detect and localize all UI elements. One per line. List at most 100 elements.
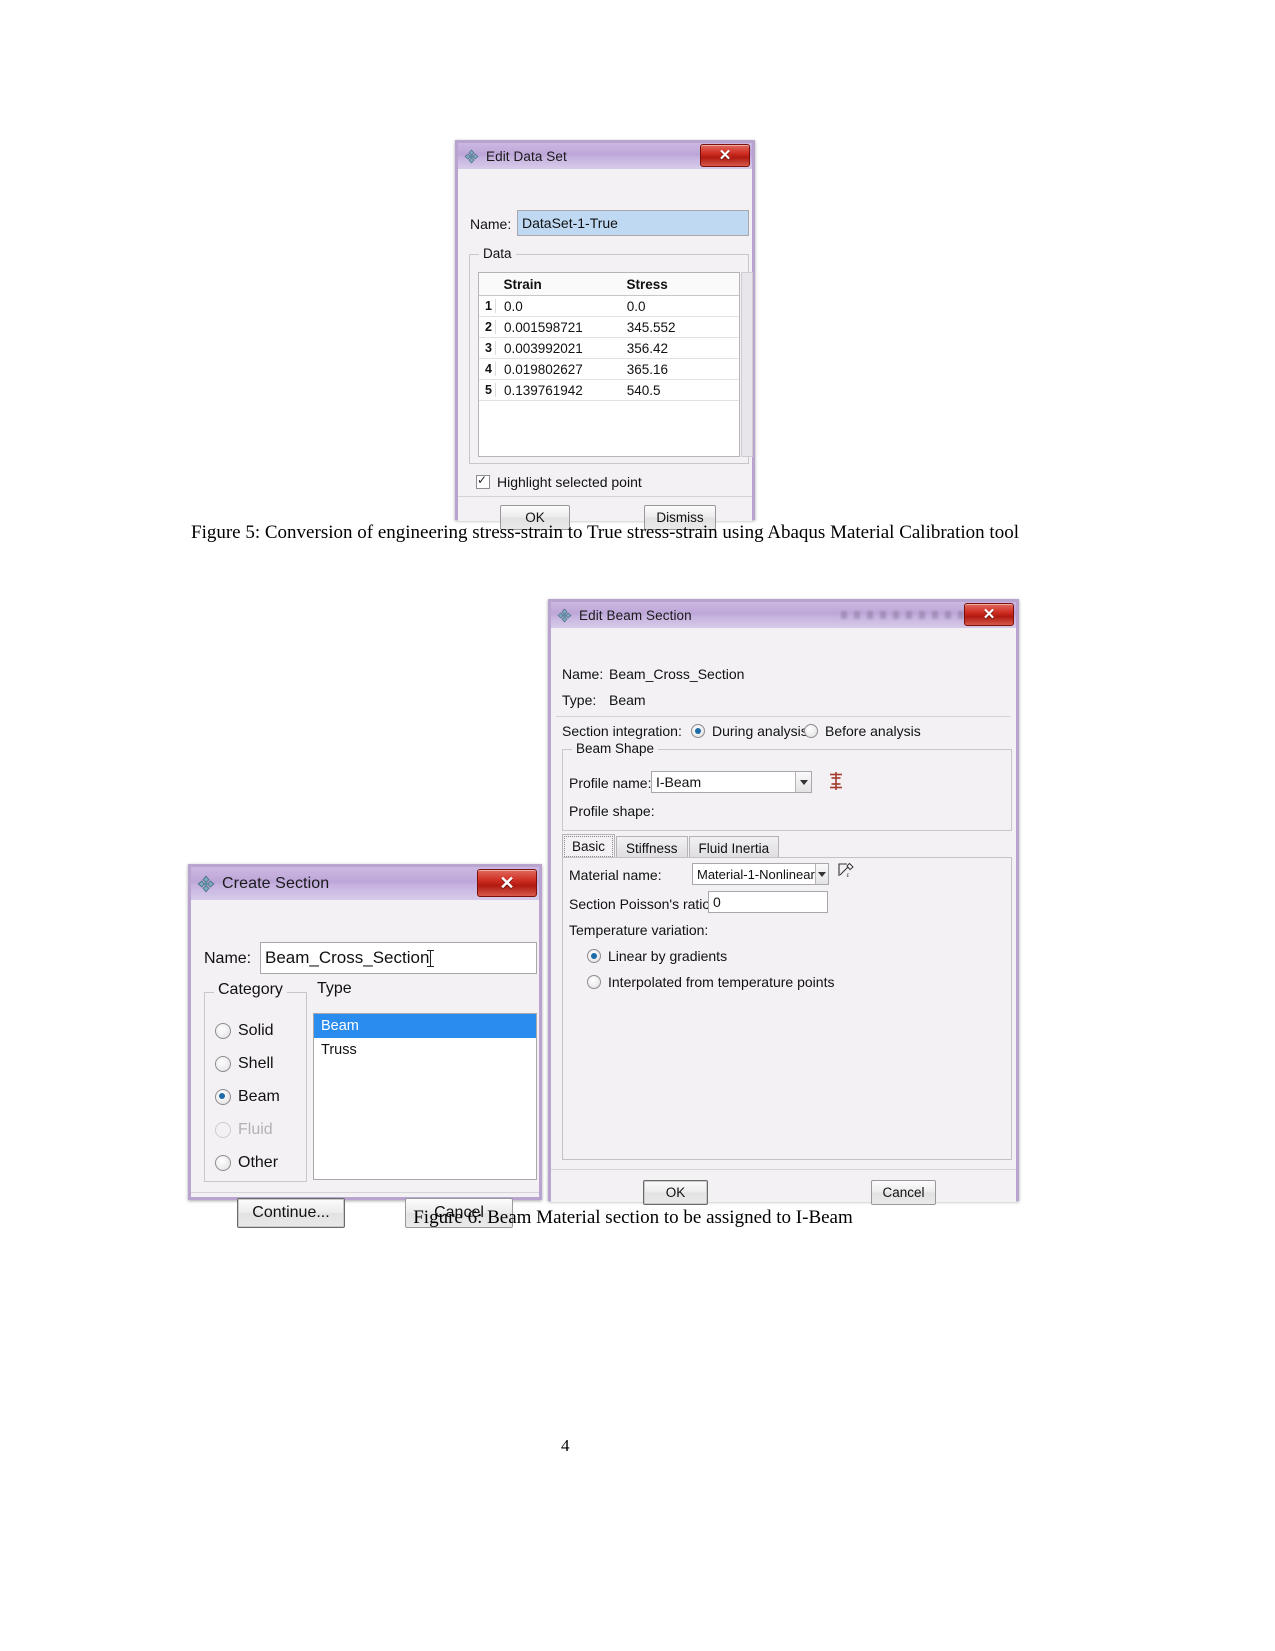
beam-section-name-value: Beam_Cross_Section [609,666,745,682]
row-index: 3 [479,341,496,355]
cell-stress[interactable]: 356.42 [619,341,739,356]
i-beam-profile-icon[interactable] [825,770,847,792]
close-icon[interactable]: ✕ [477,869,537,897]
create-section-name-input[interactable]: Beam_Cross_Section [260,942,537,974]
radio-linear-by-gradients-label: Linear by gradients [608,948,728,964]
edit-beam-section-titlebar[interactable]: Edit Beam Section ✕ [551,602,1016,628]
edit-data-set-dialog: Edit Data Set ✕ Name: DataSet-1-True Dat… [455,140,755,530]
edit-data-set-title: Edit Data Set [486,148,567,164]
data-set-name-label: Name: [470,216,512,232]
tab-stiffness[interactable]: Stiffness [616,836,688,859]
data-set-name-input[interactable]: DataSet-1-True [517,210,749,236]
create-section-dialog: Create Section ✕ Name: Beam_Cross_Sectio… [188,864,542,1228]
cell-strain[interactable]: 0.019802627 [496,362,619,377]
cell-stress[interactable]: 345.552 [619,320,739,335]
radio-category-other[interactable]: Other [215,1154,278,1172]
radio-before-analysis-label: Before analysis [825,723,921,739]
header-divider [556,716,1011,717]
cell-strain[interactable]: 0.139761942 [496,383,619,398]
abaqus-diamond-icon [197,875,215,893]
radio-during-analysis[interactable]: During analysis [691,723,808,739]
cell-strain[interactable]: 0.0 [496,299,619,314]
radio-category-beam[interactable]: Beam [215,1088,280,1106]
cell-stress[interactable]: 540.5 [619,383,739,398]
radio-icon [215,1023,231,1039]
table-row[interactable]: 4 0.019802627 365.16 [479,359,739,380]
type-listbox[interactable]: Beam Truss [313,1013,537,1180]
radio-interpolated-from-temperature-points[interactable]: Interpolated from temperature points [587,974,834,990]
close-glyph: ✕ [982,606,996,623]
radio-before-analysis[interactable]: Before analysis [804,723,921,739]
cancel-button[interactable]: Cancel [871,1180,936,1205]
ok-button-label: OK [665,1185,686,1200]
data-table-header: Strain Stress [479,273,739,296]
table-row[interactable]: 2 0.001598721 345.552 [479,317,739,338]
ok-button[interactable]: OK [643,1180,708,1205]
create-section-titlebar[interactable]: Create Section ✕ [191,867,539,900]
section-integration-label: Section integration: [562,723,682,739]
radio-during-analysis-label: During analysis [712,723,808,739]
data-table[interactable]: Strain Stress 1 0.0 0.0 2 0.001598721 34… [478,272,740,457]
edit-beam-section-title: Edit Beam Section [579,607,692,623]
profile-name-combo[interactable]: I-Beam [651,771,812,793]
text-caret [427,949,435,967]
close-icon[interactable]: ✕ [964,603,1014,626]
beam-section-name-label: Name: [562,666,604,682]
tab-fluid-inertia[interactable]: Fluid Inertia [688,836,780,859]
radio-category-fluid-label: Fluid [238,1121,273,1138]
close-icon[interactable]: ✕ [700,144,750,167]
chevron-down-icon[interactable] [814,864,828,884]
create-section-name-label: Name: [204,950,252,967]
row-index: 2 [479,320,496,334]
type-group-title: Type [313,980,356,998]
table-row[interactable]: 3 0.003992021 356.42 [479,338,739,359]
profile-name-label: Profile name: [569,775,652,791]
radio-interpolated-label: Interpolated from temperature points [608,974,835,990]
data-group-title: Data [479,246,516,261]
table-row[interactable]: 5 0.139761942 540.5 [479,380,739,401]
close-glyph: ✕ [499,873,515,893]
figure-5-caption-line2: Calibration tool [899,522,1019,543]
radio-icon [215,1122,231,1138]
radio-category-shell[interactable]: Shell [215,1055,274,1073]
edit-data-set-body: Name: DataSet-1-True Data Strain Stress … [458,169,753,530]
chevron-down-icon[interactable] [795,772,811,792]
radio-linear-by-gradients[interactable]: Linear by gradients [587,948,727,964]
beam-section-tabstrip[interactable]: Basic Stiffness Fluid Inertia [562,834,780,859]
cell-strain[interactable]: 0.001598721 [496,320,619,335]
radio-category-solid[interactable]: Solid [215,1022,274,1040]
material-name-value: Material-1-Nonlinear [697,866,815,882]
edit-data-set-titlebar[interactable]: Edit Data Set ✕ [458,143,752,169]
data-table-scrollbar[interactable] [741,272,753,457]
row-index: 4 [479,362,496,376]
temperature-variation-label: Temperature variation: [569,922,709,938]
cell-stress[interactable]: 0.0 [619,299,739,314]
tab-stiffness-label: Stiffness [626,840,678,856]
highlight-selected-point-label: Highlight selected point [497,474,642,490]
cell-stress[interactable]: 365.16 [619,362,739,377]
cancel-button-label: Cancel [882,1185,925,1200]
figure-6-caption: Figure 6: Beam Material section to be as… [188,1205,1078,1231]
profile-shape-label: Profile shape: [569,803,655,819]
beam-shape-group-title: Beam Shape [572,741,659,756]
poisson-ratio-input[interactable]: 0 [708,891,828,913]
edit-material-icon[interactable]: ε [837,861,855,879]
poisson-ratio-value: 0 [713,894,721,910]
radio-icon [215,1056,231,1072]
figure-6-caption-text: Figure 6: Beam Material section to be as… [413,1207,853,1228]
cell-strain[interactable]: 0.003992021 [496,341,619,356]
edit-beam-section-dialog: Edit Beam Section ✕ Name: Beam_Cross_Sec… [548,599,1019,1205]
tab-basic[interactable]: Basic [562,834,616,859]
list-item[interactable]: Beam [314,1014,536,1038]
create-section-body: Name: Beam_Cross_Section Category Solid … [191,900,539,1228]
row-index: 1 [479,299,496,313]
list-item[interactable]: Truss [314,1038,536,1062]
highlight-selected-point-checkbox[interactable]: Highlight selected point [476,473,642,490]
radio-icon [215,1155,231,1171]
svg-text:ε: ε [847,871,850,879]
table-row[interactable]: 1 0.0 0.0 [479,296,739,317]
material-name-combo[interactable]: Material-1-Nonlinear [692,863,829,885]
radio-category-solid-label: Solid [238,1022,274,1039]
data-set-name-value: DataSet-1-True [522,215,618,231]
figure-5-caption-line1: Figure 5: Conversion of engineering stre… [191,522,895,543]
